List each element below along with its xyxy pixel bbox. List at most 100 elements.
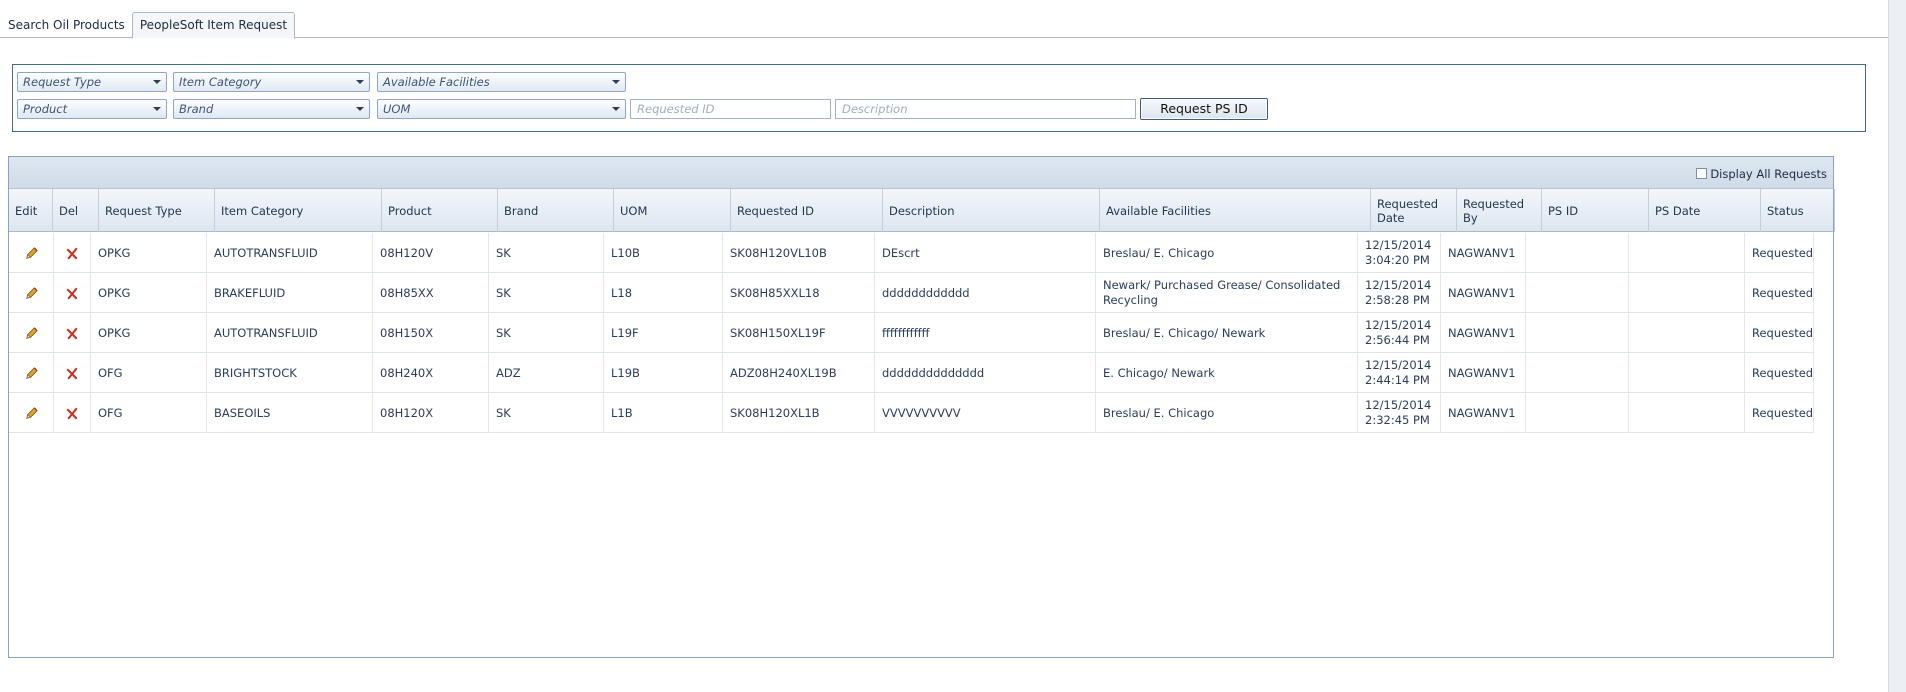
col-ps-id-header[interactable]: PS ID [1542,189,1649,232]
col-available-facilities-header[interactable]: Available Facilities [1100,189,1371,232]
request-ps-id-button[interactable]: Request PS ID [1140,98,1268,120]
col-product-cell: 08H240X [373,353,489,393]
col-requested-date-cell: 12/15/2014 2:32:45 PM [1358,393,1441,433]
col-status-cell: Requested [1745,353,1814,393]
col-status-cell: Requested [1745,313,1814,353]
table-row[interactable]: OPKG AUTOTRANSFLUID 08H150X SK L19F SK08H150X… [9,313,1814,353]
col-item-category-cell: BRAKEFLUID [207,273,373,313]
col-product-cell: 08H150X [373,313,489,353]
item-category-dropdown[interactable]: Item Category [173,72,370,92]
col-brand-cell: SK [489,313,604,353]
col-ps-date-header[interactable]: PS Date [1649,189,1761,232]
col-brand-cell: SK [489,233,604,273]
col-ps-date-cell [1629,313,1745,353]
col-ps-date-cell [1629,353,1745,393]
tab-bar: Search Oil Products PeopleSoft Item Requ… [0,0,1888,39]
pencil-icon[interactable] [9,393,54,433]
table-row[interactable]: OPKG AUTOTRANSFLUID 08H120V SK L10B SK08H120V… [9,233,1814,273]
display-all-requests-toggle[interactable]: Display All Requests [1696,167,1827,181]
chevron-down-icon [356,107,364,111]
pencil-icon[interactable] [9,353,54,393]
col-description-cell: VVVVVVVVVV [875,393,1096,433]
col-requested-date-cell: 12/15/2014 2:56:44 PM [1358,313,1441,353]
col-requested-id-header[interactable]: Requested ID [731,189,883,232]
delete-x-icon[interactable] [54,353,91,393]
col-request-type-cell: OPKG [91,233,207,273]
request-type-dropdown[interactable]: Request Type [17,72,167,92]
col-status-cell: Requested [1745,273,1814,313]
col-request-type-header[interactable]: Request Type [99,189,215,232]
uom-label: UOM [383,102,411,116]
col-brand-header[interactable]: Brand [498,189,614,232]
delete-x-icon[interactable] [54,313,91,353]
col-ps-date-cell [1629,393,1745,433]
col-description-cell: dddddddddddddd [875,353,1096,393]
filter-panel: Request Type Item Category Available Fac… [12,64,1866,132]
request-type-label: Request Type [23,75,102,89]
product-dropdown[interactable]: Product [17,99,167,119]
col-requested-by-header[interactable]: Requested By [1457,189,1542,232]
delete-x-icon[interactable] [54,233,91,273]
col-uom-cell: L10B [604,233,723,273]
requested-id-input[interactable]: Requested ID [630,99,831,119]
col-brand-cell: ADZ [489,353,604,393]
tab-peoplesoft-item-request[interactable]: PeopleSoft Item Request [132,12,295,39]
col-uom-cell: L19F [604,313,723,353]
available-facilities-dropdown[interactable]: Available Facilities [377,72,626,92]
vertical-scrollbar[interactable] [1888,0,1906,692]
col-requested-by-cell: NAGWANV1 [1441,233,1526,273]
display-all-checkbox[interactable] [1696,168,1708,179]
grid-header: Edit Del Request Type Item Category Product B… [9,189,1835,232]
col-available-facilities-cell: Breslau/ E. Chicago/ Newark [1096,313,1358,353]
col-requested-id-cell: SK08H150XL19F [723,313,875,353]
col-item-category-header[interactable]: Item Category [215,189,382,232]
col-item-category-cell: AUTOTRANSFLUID [207,313,373,353]
col-requested-id-cell: SK08H85XXL18 [723,273,875,313]
col-request-type-cell: OPKG [91,313,207,353]
col-request-type-cell: OFG [91,353,207,393]
col-product-cell: 08H85XX [373,273,489,313]
col-ps-id-cell [1526,353,1629,393]
tab-search-oil-products[interactable]: Search Oil Products [0,14,125,38]
col-del-header[interactable]: Del [53,189,99,232]
col-requested-date-cell: 12/15/2014 2:44:14 PM [1358,353,1441,393]
col-ps-date-cell [1629,233,1745,273]
col-description-header[interactable]: Description [883,189,1100,232]
col-ps-id-cell [1526,313,1629,353]
col-product-cell: 08H120V [373,233,489,273]
col-product-header[interactable]: Product [382,189,498,232]
col-uom-header[interactable]: UOM [614,189,731,232]
col-request-type-cell: OFG [91,393,207,433]
col-requested-date-header[interactable]: Requested Date [1371,189,1457,232]
chevron-down-icon [612,107,620,111]
col-brand-cell: SK [489,273,604,313]
description-input[interactable]: Description [835,99,1136,119]
table-row[interactable]: OPKG BRAKEFLUID 08H85XX SK L18 SK08H85XXL18 dd… [9,273,1814,313]
uom-dropdown[interactable]: UOM [377,99,626,119]
delete-x-icon[interactable] [54,273,91,313]
pencil-icon[interactable] [9,313,54,353]
col-ps-id-cell [1526,273,1629,313]
grid-toolbar: Display All Requests [9,157,1833,189]
col-ps-id-cell [1526,393,1629,433]
col-product-cell: 08H120X [373,393,489,433]
col-requested-by-cell: NAGWANV1 [1441,273,1526,313]
col-item-category-cell: AUTOTRANSFLUID [207,233,373,273]
col-status-header[interactable]: Status [1761,189,1835,232]
col-requested-date-cell: 12/15/2014 3:04:20 PM [1358,233,1441,273]
delete-x-icon[interactable] [54,393,91,433]
table-row[interactable]: OFG BRIGHTSTOCK 08H240X ADZ L19B ADZ08H240XL1… [9,353,1814,393]
col-requested-by-cell: NAGWANV1 [1441,313,1526,353]
pencil-icon[interactable] [9,233,54,273]
product-label: Product [23,102,68,116]
col-available-facilities-cell: Breslau/ E. Chicago [1096,393,1358,433]
col-requested-id-cell: SK08H120XL1B [723,393,875,433]
pencil-icon[interactable] [9,273,54,313]
col-uom-cell: L18 [604,273,723,313]
col-edit-header[interactable]: Edit [9,189,53,232]
table-row[interactable]: OFG BASEOILS 08H120X SK L1B SK08H120XL1B VVVVV… [9,393,1814,433]
brand-dropdown[interactable]: Brand [173,99,370,119]
col-available-facilities-cell: E. Chicago/ Newark [1096,353,1358,393]
col-available-facilities-cell: Breslau/ E. Chicago [1096,233,1358,273]
col-requested-id-cell: SK08H120VL10B [723,233,875,273]
